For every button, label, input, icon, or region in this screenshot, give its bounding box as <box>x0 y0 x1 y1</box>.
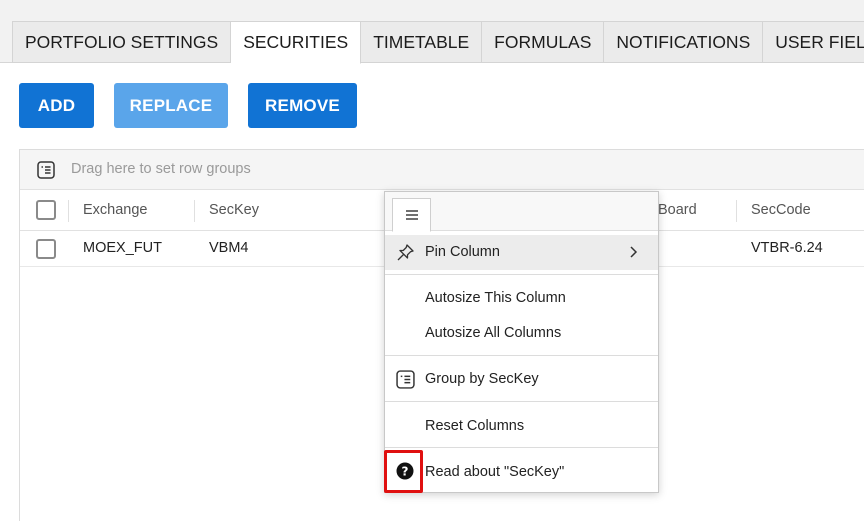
row-group-placeholder: Drag here to set row groups <box>71 161 251 177</box>
tab-portfolio-settings[interactable]: PORTFOLIO SETTINGS <box>12 21 232 63</box>
header-seckey[interactable]: SecKey <box>209 202 259 218</box>
menu-item-group-by-seckey[interactable]: Group by SecKey <box>385 362 658 397</box>
tab-securities[interactable]: SECURITIES <box>231 21 362 64</box>
menu-item-label: Autosize This Column <box>425 290 566 306</box>
menu-item-label: Group by SecKey <box>425 371 539 387</box>
menu-item-label: Reset Columns <box>425 418 525 434</box>
cell-seckey: VBM4 <box>209 240 249 256</box>
add-button[interactable]: ADD <box>19 83 94 128</box>
column-menu-tab[interactable] <box>392 198 431 232</box>
menu-item-read-about-seckey[interactable]: Read about "SecKey" <box>385 455 658 490</box>
remove-button[interactable]: REMOVE <box>248 83 357 128</box>
cell-seccode: VTBR-6.24 <box>751 240 823 256</box>
group-rows-icon <box>37 161 55 179</box>
header-separator <box>68 200 69 222</box>
chevron-right-icon <box>630 246 638 258</box>
cell-exchange: MOEX_FUT <box>83 240 162 256</box>
tab-bar: PORTFOLIO SETTINGS SECURITIES TIMETABLE … <box>12 21 864 64</box>
header-exchange[interactable]: Exchange <box>83 202 148 218</box>
menu-divider <box>385 274 658 275</box>
menu-item-reset-columns[interactable]: Reset Columns <box>385 409 658 444</box>
tab-user-fields[interactable]: USER FIELDS <box>763 21 864 63</box>
select-all-checkbox[interactable] <box>36 200 56 220</box>
menu-item-autosize-all-columns[interactable]: Autosize All Columns <box>385 316 658 351</box>
menu-divider <box>385 401 658 402</box>
header-separator <box>736 200 737 222</box>
tab-notifications[interactable]: NOTIFICATIONS <box>604 21 764 63</box>
column-menu: Pin Column Autosize This Column Autosize… <box>384 191 659 493</box>
menu-divider <box>385 447 658 448</box>
menu-item-pin-column[interactable]: Pin Column <box>385 235 658 270</box>
row-checkbox[interactable] <box>36 239 56 259</box>
pin-icon <box>397 244 414 261</box>
menu-item-label: Read about "SecKey" <box>425 464 565 480</box>
header-seccode[interactable]: SecCode <box>751 202 811 218</box>
svg-text:?: ? <box>402 465 409 479</box>
menu-item-autosize-this-column[interactable]: Autosize This Column <box>385 281 658 316</box>
column-menu-tabbar <box>385 192 658 232</box>
tab-timetable[interactable]: TIMETABLE <box>361 21 483 63</box>
group-rows-icon <box>396 370 415 389</box>
menu-item-label: Pin Column <box>425 244 500 260</box>
header-board[interactable]: Board <box>658 202 697 218</box>
help-circle-icon[interactable]: ? <box>396 462 414 480</box>
row-group-panel[interactable]: Drag here to set row groups <box>20 150 864 190</box>
header-separator <box>194 200 195 222</box>
menu-item-label: Autosize All Columns <box>425 325 562 341</box>
menu-divider <box>385 355 658 356</box>
replace-button[interactable]: REPLACE <box>114 83 228 128</box>
menu-icon <box>405 210 418 220</box>
tab-formulas[interactable]: FORMULAS <box>482 21 605 63</box>
